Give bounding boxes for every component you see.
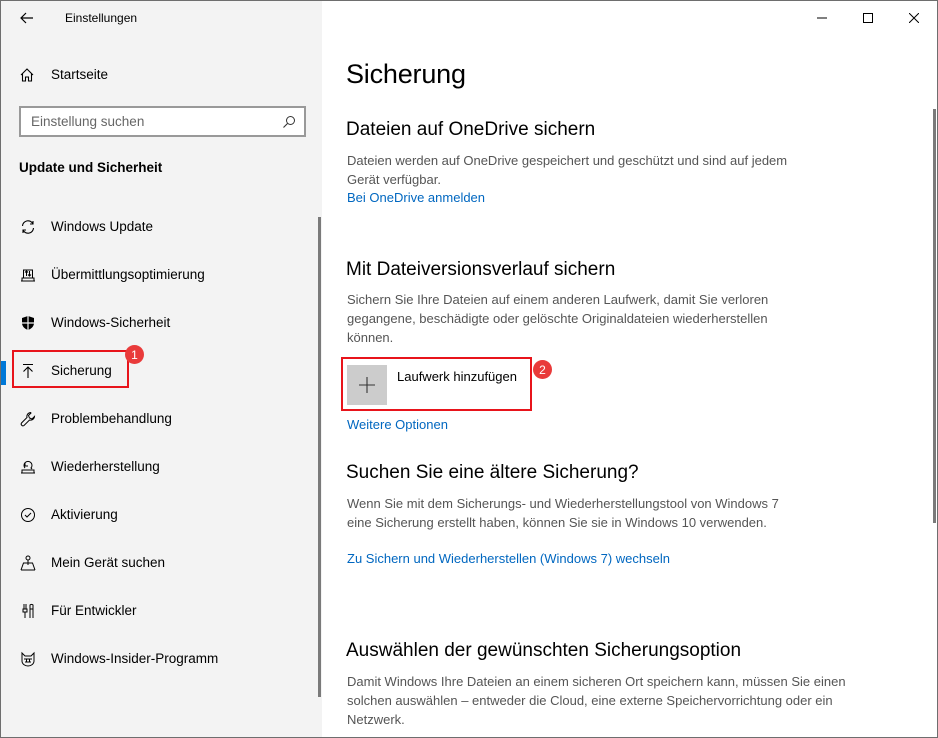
plus-icon <box>359 377 375 393</box>
back-button[interactable] <box>15 7 39 29</box>
sidebar-item-activation[interactable]: Aktivierung <box>1 491 311 539</box>
check-circle-icon <box>19 506 37 524</box>
sidebar: Einstellungen Startseite Update und Sich… <box>1 1 322 737</box>
sidebar-item-backup[interactable]: Sicherung <box>1 347 311 395</box>
annotation-badge-2: 2 <box>533 360 552 379</box>
page-title: Sicherung <box>346 59 466 89</box>
shield-icon <box>19 314 37 332</box>
sidebar-home-label: Startseite <box>51 67 109 82</box>
minimize-button[interactable] <box>799 1 845 35</box>
search-box[interactable] <box>19 106 306 137</box>
content-scrollbar[interactable] <box>933 109 936 523</box>
recovery-icon <box>19 458 37 476</box>
sidebar-item-developers[interactable]: Für Entwickler <box>1 587 311 635</box>
developer-tools-icon <box>19 602 37 620</box>
plus-tile <box>347 365 387 405</box>
sidebar-item-label: Problembehandlung <box>51 411 172 426</box>
insider-cat-icon <box>19 650 37 668</box>
maximize-icon <box>863 13 873 23</box>
section-choose-option-description: Damit Windows Ihre Dateien an einem sich… <box>347 674 846 727</box>
section-onedrive-heading: Dateien auf OneDrive sichern <box>346 119 596 140</box>
find-device-icon <box>19 554 37 572</box>
sidebar-item-label: Wiederherstellung <box>51 459 160 474</box>
backup-upload-icon <box>19 362 37 380</box>
add-drive-label: Laufwerk hinzufügen <box>397 369 517 384</box>
windows7-backup-link[interactable]: Zu Sichern und Wiederherstellen (Windows… <box>347 551 670 566</box>
sidebar-home[interactable]: Startseite <box>1 61 322 89</box>
section-older-backup-heading: Suchen Sie eine ältere Sicherung? <box>346 462 639 483</box>
section-file-history-heading: Mit Dateiversionsverlauf sichern <box>346 259 616 280</box>
sidebar-item-recovery[interactable]: Wiederherstellung <box>1 443 311 491</box>
sidebar-item-label: Aktivierung <box>51 507 118 522</box>
sidebar-item-label: Windows Update <box>51 219 154 234</box>
add-drive-button[interactable]: Laufwerk hinzufügen <box>347 365 527 405</box>
sidebar-item-windows-update[interactable]: Windows Update <box>1 203 311 251</box>
maximize-button[interactable] <box>845 1 891 35</box>
window-controls <box>799 1 937 35</box>
minimize-icon <box>817 17 827 19</box>
section-file-history-description: Sichern Sie Ihre Dateien auf einem ander… <box>347 292 769 345</box>
app-title: Einstellungen <box>65 11 138 25</box>
sidebar-item-label: Für Entwickler <box>51 603 137 618</box>
sidebar-scrollbar[interactable] <box>318 217 321 697</box>
onedrive-signin-link[interactable]: Bei OneDrive anmelden <box>347 190 485 205</box>
sidebar-item-windows-security[interactable]: Windows-Sicherheit <box>1 299 311 347</box>
settings-window: Einstellungen Startseite Update und Sich… <box>0 0 938 738</box>
sidebar-item-label: Windows-Sicherheit <box>51 315 171 330</box>
sidebar-item-label: Windows-Insider-Programm <box>51 651 219 666</box>
title-bar: Einstellungen <box>1 1 322 37</box>
close-icon <box>909 13 919 23</box>
search-icon[interactable] <box>282 115 296 129</box>
sidebar-item-find-device[interactable]: Mein Gerät suchen <box>1 539 311 587</box>
sidebar-item-insider[interactable]: Windows-Insider-Programm <box>1 635 311 683</box>
sidebar-item-label: Sicherung <box>51 363 112 378</box>
annotation-badge-1: 1 <box>125 345 144 364</box>
more-options-link[interactable]: Weitere Optionen <box>347 417 448 432</box>
delivery-optimization-icon <box>19 266 37 284</box>
section-older-backup-description: Wenn Sie mit dem Sicherungs- und Wiederh… <box>347 496 779 530</box>
search-input[interactable] <box>21 108 304 135</box>
sidebar-item-label: Mein Gerät suchen <box>51 555 166 570</box>
back-arrow-icon <box>20 12 33 24</box>
section-onedrive-description: Dateien werden auf OneDrive gespeichert … <box>347 153 788 187</box>
sidebar-item-troubleshoot[interactable]: Problembehandlung <box>1 395 311 443</box>
section-choose-option-heading: Auswählen der gewünschten Sicherungsopti… <box>346 640 742 661</box>
home-icon <box>20 68 34 82</box>
section-title: Update und Sicherheit <box>19 160 163 175</box>
main-content: Sicherung Dateien auf OneDrive sichern D… <box>322 1 937 737</box>
sidebar-item-delivery-optimization[interactable]: Übermittlungsoptimierung <box>1 251 311 299</box>
sidebar-item-label: Übermittlungsoptimierung <box>51 267 205 282</box>
active-indicator <box>1 361 6 385</box>
close-button[interactable] <box>891 1 937 35</box>
wrench-icon <box>19 410 37 428</box>
sync-icon <box>19 218 37 236</box>
